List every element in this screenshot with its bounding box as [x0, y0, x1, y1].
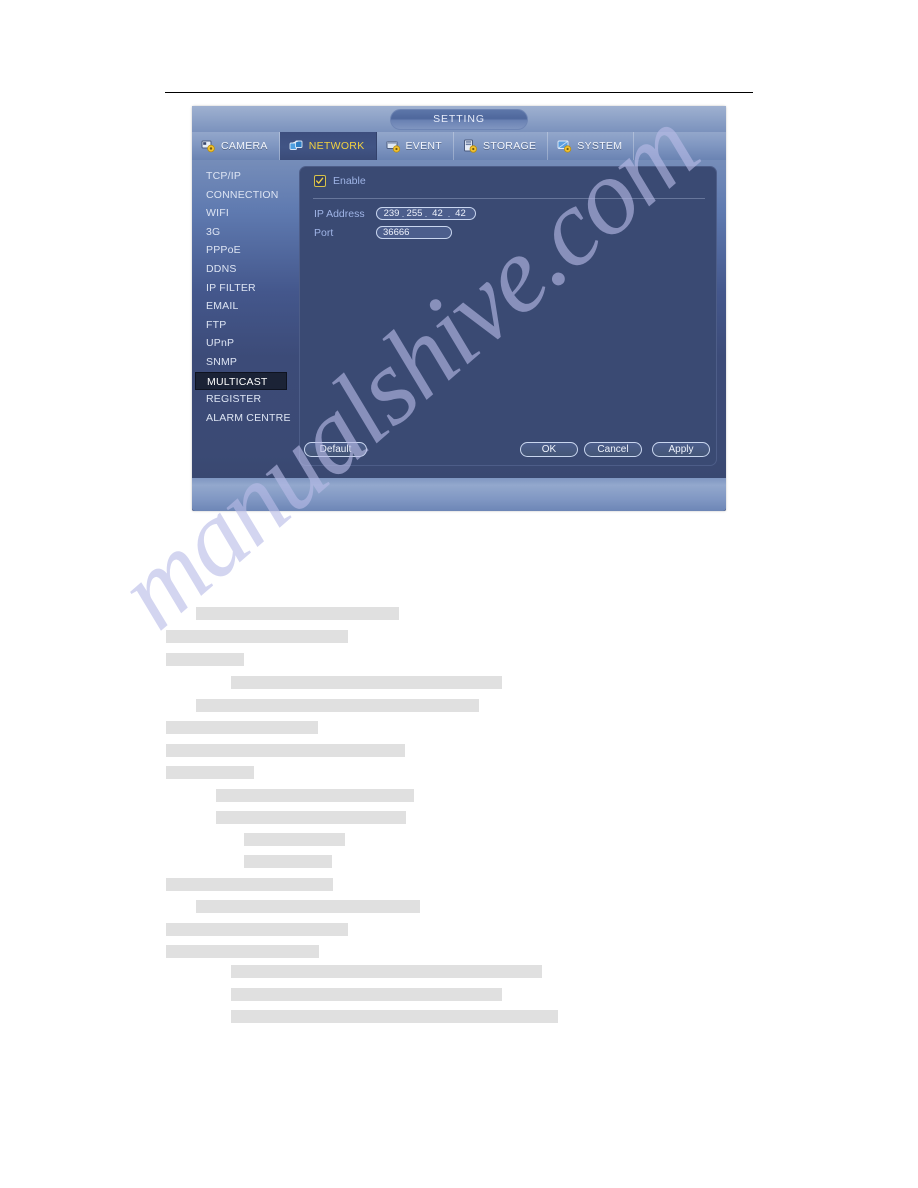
redacted-line	[231, 988, 502, 1001]
page-title: SETTING	[390, 109, 528, 130]
ip-dot-3: .	[447, 208, 451, 219]
sidebar-item-pppoe[interactable]: PPPoE	[195, 241, 287, 260]
redacted-line	[231, 1010, 558, 1023]
event-gear-icon	[386, 139, 401, 153]
ip-dot-1: .	[401, 208, 405, 219]
enable-row: Enable	[314, 175, 366, 187]
settings-sidebar: TCP/IP CONNECTION WIFI 3G PPPoE DDNS IP …	[195, 160, 290, 478]
form-separator	[313, 198, 705, 199]
port-label: Port	[314, 226, 334, 239]
dialog-bottom-band	[192, 478, 726, 511]
tab-storage[interactable]: STORAGE	[454, 132, 549, 160]
redacted-line	[166, 923, 348, 936]
dialog-body: TCP/IP CONNECTION WIFI 3G PPPoE DDNS IP …	[192, 160, 726, 478]
dialog-title-bar: SETTING	[192, 106, 726, 132]
redacted-line	[166, 744, 405, 757]
redacted-line	[196, 607, 399, 620]
redacted-line	[196, 900, 420, 913]
camera-gear-icon	[201, 139, 216, 153]
redacted-line	[196, 699, 479, 712]
sidebar-item-upnp[interactable]: UPnP	[195, 334, 287, 353]
sidebar-item-tcpip[interactable]: TCP/IP	[195, 167, 287, 186]
tab-system[interactable]: SYSTEM	[548, 132, 635, 160]
network-icon	[289, 139, 304, 153]
port-row: Port 36666	[314, 226, 452, 239]
tab-camera[interactable]: CAMERA	[192, 132, 280, 160]
multicast-settings-panel: Enable IP Address 239 . 255 . 42 . 42 Po…	[299, 166, 717, 466]
redacted-line	[216, 811, 406, 824]
tab-event-label: EVENT	[405, 140, 443, 152]
enable-label: Enable	[333, 175, 366, 187]
apply-button[interactable]: Apply	[652, 442, 710, 457]
ip-octet-4[interactable]: 42	[452, 208, 469, 219]
tab-storage-label: STORAGE	[483, 140, 537, 152]
redacted-line	[231, 965, 542, 978]
tab-system-label: SYSTEM	[577, 140, 623, 152]
redacted-line	[166, 721, 318, 734]
ip-address-label: IP Address	[314, 207, 365, 220]
redacted-line	[166, 630, 348, 643]
ip-address-row: IP Address 239 . 255 . 42 . 42	[314, 207, 476, 220]
redacted-line	[166, 766, 254, 779]
sidebar-item-alarm-centre[interactable]: ALARM CENTRE	[195, 409, 290, 428]
redacted-line	[244, 855, 332, 868]
ip-octet-3[interactable]: 42	[429, 208, 446, 219]
redacted-line	[166, 653, 244, 666]
tab-network-label: NETWORK	[308, 140, 365, 152]
storage-gear-icon	[463, 139, 478, 153]
port-input[interactable]: 36666	[376, 226, 452, 239]
cancel-button[interactable]: Cancel	[584, 442, 642, 457]
sidebar-item-connection[interactable]: CONNECTION	[195, 186, 287, 205]
ip-octet-1[interactable]: 239	[383, 208, 400, 219]
ip-address-input[interactable]: 239 . 255 . 42 . 42	[376, 207, 476, 220]
sidebar-item-ddns[interactable]: DDNS	[195, 260, 287, 279]
ip-dot-2: .	[424, 208, 428, 219]
ok-button[interactable]: OK	[520, 442, 578, 457]
main-tab-strip: CAMERA NETWORK EVENT STORAGE SYSTEM	[192, 132, 726, 160]
redacted-line	[216, 789, 414, 802]
system-gear-icon	[557, 139, 572, 153]
sidebar-item-snmp[interactable]: SNMP	[195, 353, 287, 372]
setting-dialog: SETTING CAMERA NETWORK EVENT STORAGE SYS…	[192, 106, 726, 511]
sidebar-item-wifi[interactable]: WIFI	[195, 204, 287, 223]
sidebar-item-3g[interactable]: 3G	[195, 223, 287, 242]
redacted-line	[166, 945, 319, 958]
tab-event[interactable]: EVENT	[377, 132, 455, 160]
ip-octet-2[interactable]: 255	[406, 208, 423, 219]
redacted-line	[244, 833, 345, 846]
sidebar-item-ftp[interactable]: FTP	[195, 316, 287, 335]
sidebar-item-email[interactable]: EMAIL	[195, 297, 287, 316]
enable-checkbox[interactable]	[314, 175, 326, 187]
sidebar-item-register[interactable]: REGISTER	[195, 390, 287, 409]
page-header-rule	[165, 92, 753, 93]
sidebar-item-ip-filter[interactable]: IP FILTER	[195, 279, 287, 298]
redacted-line	[231, 676, 502, 689]
default-button[interactable]: Default	[304, 442, 367, 457]
sidebar-item-multicast[interactable]: MULTICAST	[195, 371, 287, 391]
redacted-line	[166, 878, 333, 891]
tab-camera-label: CAMERA	[221, 140, 268, 152]
tab-network[interactable]: NETWORK	[279, 132, 377, 160]
